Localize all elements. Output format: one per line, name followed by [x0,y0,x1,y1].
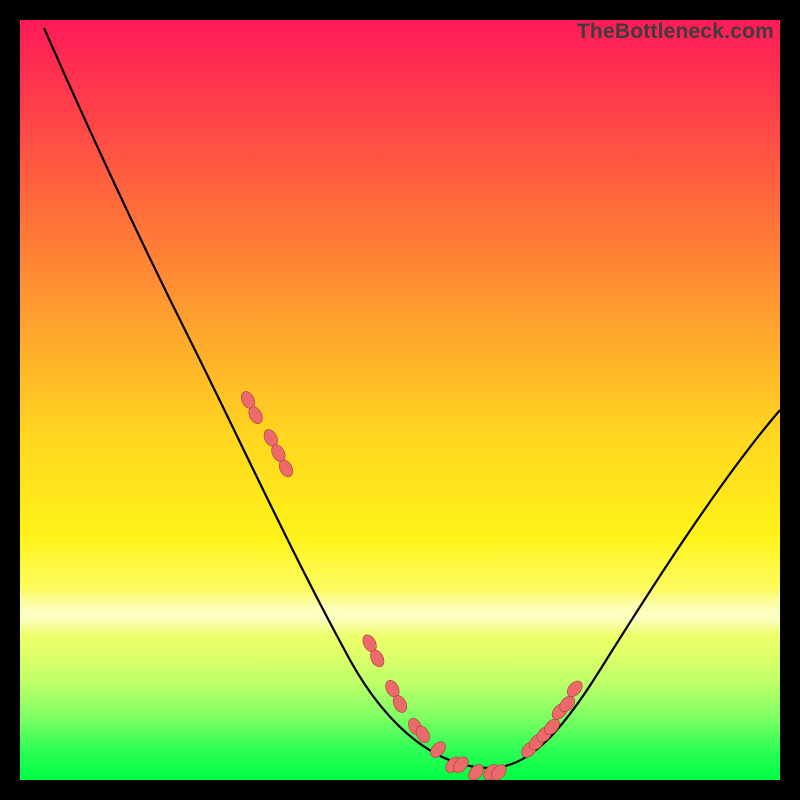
watermark-text: TheBottleneck.com [577,20,774,44]
chart-frame: TheBottleneck.com [20,20,780,780]
gradient-background [20,20,780,780]
